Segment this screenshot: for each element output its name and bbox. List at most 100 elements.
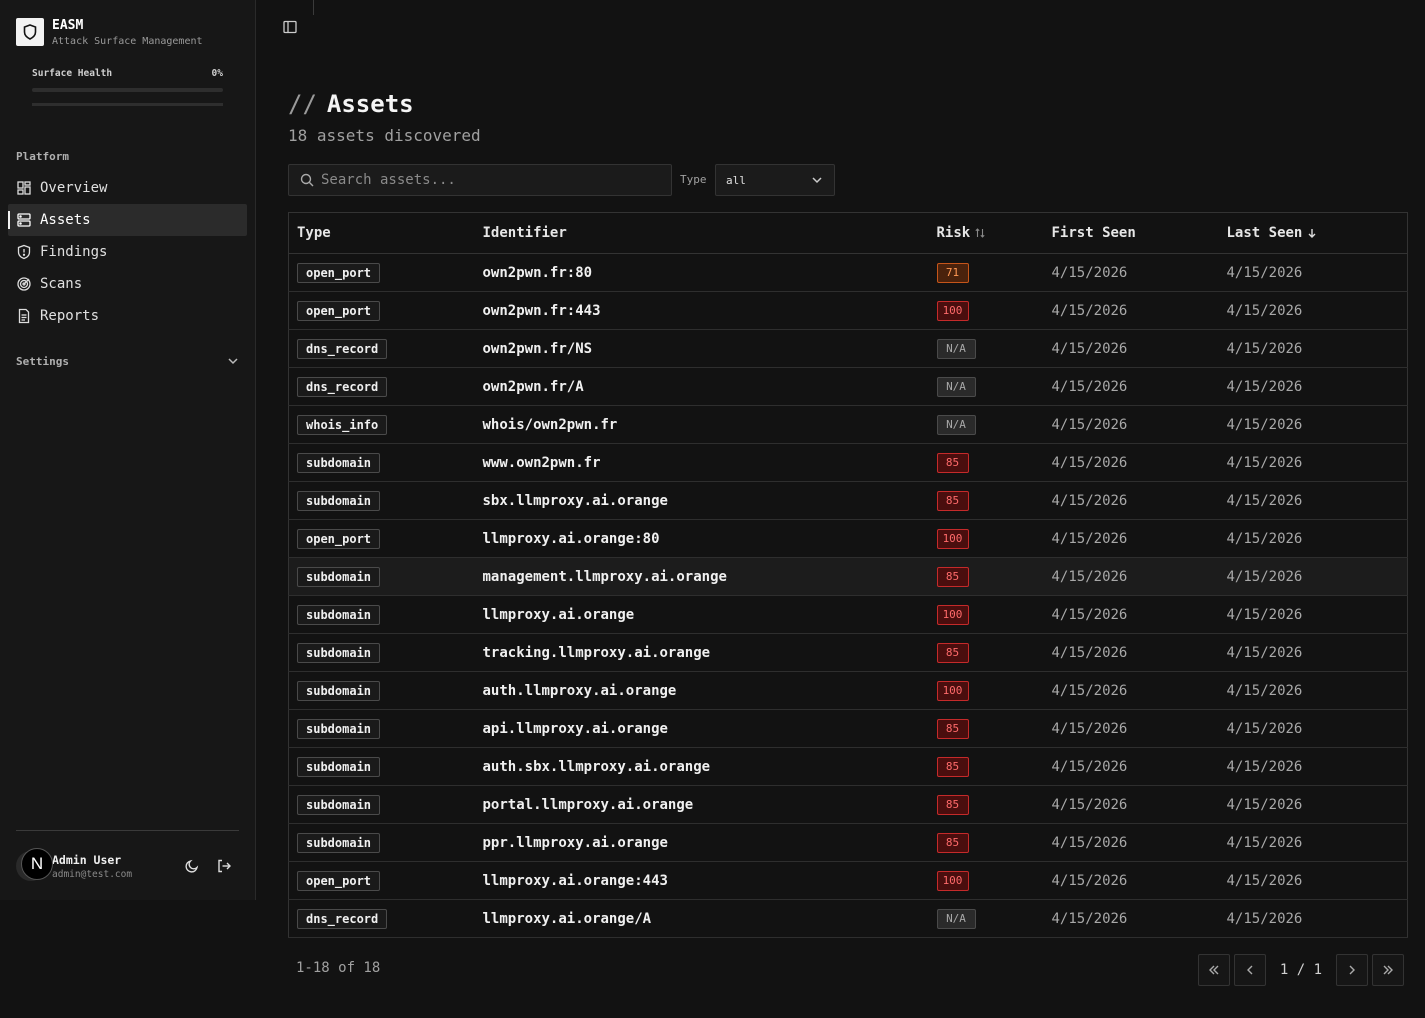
asset-identifier[interactable]: llmproxy.ai.orange:443 xyxy=(483,873,668,889)
cell-type: subdomain xyxy=(288,823,475,862)
moon-icon[interactable] xyxy=(184,858,200,874)
table-row[interactable]: whois_info whois/own2pwn.fr N/A 4/15/2026 4/… xyxy=(288,405,1408,444)
sidebar-item-assets[interactable]: Assets xyxy=(8,204,247,236)
asset-type-tag: dns_record xyxy=(297,908,388,929)
table-header-row: Type Identifier Risk First Seen Last See… xyxy=(288,212,1408,254)
type-filter-label: Type xyxy=(680,173,707,186)
shield-logo-icon xyxy=(16,18,44,46)
cell-type: subdomain xyxy=(288,709,475,748)
cell-first-seen: 4/15/2026 xyxy=(1043,329,1219,368)
cell-identifier: sbx.llmproxy.ai.orange xyxy=(474,481,929,520)
risk-badge: 85 xyxy=(936,794,969,815)
sidebar-item-label: Findings xyxy=(40,244,108,260)
table-row[interactable]: dns_record own2pwn.fr/A N/A 4/15/2026 4/15/2… xyxy=(288,367,1408,406)
column-header-first-seen[interactable]: First Seen xyxy=(1043,212,1219,254)
sidebar-toggle-button[interactable] xyxy=(282,19,298,39)
avatar[interactable]: N xyxy=(16,848,53,881)
risk-badge: 100 xyxy=(936,528,969,549)
sidebar: EASM Attack Surface Management Surface H… xyxy=(0,0,256,900)
asset-identifier[interactable]: own2pwn.fr:80 xyxy=(483,265,593,281)
asset-identifier[interactable]: portal.llmproxy.ai.orange xyxy=(483,797,694,813)
cell-identifier: own2pwn.fr:80 xyxy=(474,253,929,292)
asset-identifier[interactable]: management.llmproxy.ai.orange xyxy=(483,569,727,585)
table-row[interactable]: subdomain auth.llmproxy.ai.orange 100 4/15/… xyxy=(288,671,1408,710)
cell-first-seen: 4/15/2026 xyxy=(1043,367,1219,406)
cell-last-seen: 4/15/2026 xyxy=(1218,253,1408,292)
dashboard-icon xyxy=(17,181,31,195)
sidebar-item-findings[interactable]: Findings xyxy=(8,236,247,268)
table-row[interactable]: subdomain auth.sbx.llmproxy.ai.orange 85 4/… xyxy=(288,747,1408,786)
asset-identifier[interactable]: whois/own2pwn.fr xyxy=(483,417,618,433)
risk-badge: N/A xyxy=(936,376,976,397)
column-header-last-seen[interactable]: Last Seen xyxy=(1218,212,1408,254)
sidebar-item-reports[interactable]: Reports xyxy=(8,300,247,332)
asset-identifier[interactable]: llmproxy.ai.orange/A xyxy=(483,911,652,927)
logout-icon[interactable] xyxy=(216,858,232,874)
surface-health: Surface Health 0% xyxy=(32,68,223,106)
asset-identifier[interactable]: www.own2pwn.fr xyxy=(483,455,601,471)
table-row[interactable]: subdomain ppr.llmproxy.ai.orange 85 4/15/20… xyxy=(288,823,1408,862)
column-header-risk[interactable]: Risk xyxy=(928,212,1044,254)
divider xyxy=(32,103,223,106)
cell-identifier: own2pwn.fr:443 xyxy=(474,291,929,330)
table-row[interactable]: dns_record llmproxy.ai.orange/A N/A 4/15/20… xyxy=(288,899,1408,938)
asset-identifier[interactable]: auth.llmproxy.ai.orange xyxy=(483,683,677,699)
asset-type-tag: open_port xyxy=(297,262,381,283)
table-row[interactable]: subdomain sbx.llmproxy.ai.orange 85 4/15/20… xyxy=(288,481,1408,520)
asset-type-tag: subdomain xyxy=(297,832,381,853)
table-row[interactable]: open_port llmproxy.ai.orange:443 100 4/15/2… xyxy=(288,861,1408,900)
table-row[interactable]: subdomain portal.llmproxy.ai.orange 85 4/15… xyxy=(288,785,1408,824)
table-row[interactable]: dns_record own2pwn.fr/NS N/A 4/15/2026 4/15/… xyxy=(288,329,1408,368)
cell-type: subdomain xyxy=(288,481,475,520)
asset-identifier[interactable]: auth.sbx.llmproxy.ai.orange xyxy=(483,759,711,775)
table-row[interactable]: open_port own2pwn.fr:443 100 4/15/2026 4/15/… xyxy=(288,291,1408,330)
search-box[interactable] xyxy=(288,164,672,196)
cell-type: subdomain xyxy=(288,595,475,634)
asset-identifier[interactable]: own2pwn.fr/A xyxy=(483,379,584,395)
search-input[interactable] xyxy=(321,172,651,188)
divider xyxy=(16,830,239,831)
cell-last-seen: 4/15/2026 xyxy=(1218,861,1408,900)
risk-badge: 85 xyxy=(936,756,969,777)
asset-identifier[interactable]: sbx.llmproxy.ai.orange xyxy=(483,493,668,509)
n-badge-icon[interactable]: N xyxy=(21,848,53,880)
asset-type-tag: dns_record xyxy=(297,338,388,359)
cell-last-seen: 4/15/2026 xyxy=(1218,785,1408,824)
asset-identifier[interactable]: own2pwn.fr/NS xyxy=(483,341,593,357)
cell-last-seen: 4/15/2026 xyxy=(1218,519,1408,558)
risk-badge: 100 xyxy=(936,680,969,701)
settings-toggle[interactable]: Settings xyxy=(16,354,240,368)
table-row[interactable]: subdomain www.own2pwn.fr 85 4/15/2026 4/15/2… xyxy=(288,443,1408,482)
cell-type: dns_record xyxy=(288,329,475,368)
table-row[interactable]: subdomain management.llmproxy.ai.orange 85… xyxy=(288,557,1408,596)
cell-identifier: own2pwn.fr/A xyxy=(474,367,929,406)
asset-identifier[interactable]: llmproxy.ai.orange xyxy=(483,607,635,623)
table-row[interactable]: subdomain tracking.llmproxy.ai.orange 85 4/… xyxy=(288,633,1408,672)
sidebar-item-overview[interactable]: Overview xyxy=(8,172,247,204)
asset-identifier[interactable]: api.llmproxy.ai.orange xyxy=(483,721,668,737)
cell-identifier: llmproxy.ai.orange/A xyxy=(474,899,929,938)
table-row[interactable]: subdomain api.llmproxy.ai.orange 85 4/15/20… xyxy=(288,709,1408,748)
table-row[interactable]: open_port own2pwn.fr:80 71 4/15/2026 4/15/20… xyxy=(288,253,1408,292)
cell-first-seen: 4/15/2026 xyxy=(1043,557,1219,596)
asset-identifier[interactable]: own2pwn.fr:443 xyxy=(483,303,601,319)
brand[interactable]: EASM Attack Surface Management xyxy=(16,18,203,50)
last-page-button[interactable] xyxy=(1372,954,1404,986)
table-row[interactable]: open_port llmproxy.ai.orange:80 100 4/15/20… xyxy=(288,519,1408,558)
cell-identifier: llmproxy.ai.orange xyxy=(474,595,929,634)
asset-identifier[interactable]: tracking.llmproxy.ai.orange xyxy=(483,645,711,661)
prev-page-button[interactable] xyxy=(1234,954,1266,986)
asset-identifier[interactable]: ppr.llmproxy.ai.orange xyxy=(483,835,668,851)
type-filter-select[interactable]: all xyxy=(715,164,835,196)
cell-risk: 100 xyxy=(928,595,1044,634)
cell-type: whois_info xyxy=(288,405,475,444)
asset-identifier[interactable]: llmproxy.ai.orange:80 xyxy=(483,531,660,547)
sidebar-item-scans[interactable]: Scans xyxy=(8,268,247,300)
first-page-button[interactable] xyxy=(1198,954,1230,986)
app-subtitle: Attack Surface Management xyxy=(52,36,203,47)
next-page-button[interactable] xyxy=(1336,954,1368,986)
cell-last-seen: 4/15/2026 xyxy=(1218,709,1408,748)
sidebar-item-label: Assets xyxy=(40,212,91,228)
table-row[interactable]: subdomain llmproxy.ai.orange 100 4/15/2026 4… xyxy=(288,595,1408,634)
risk-badge: 100 xyxy=(936,870,969,891)
